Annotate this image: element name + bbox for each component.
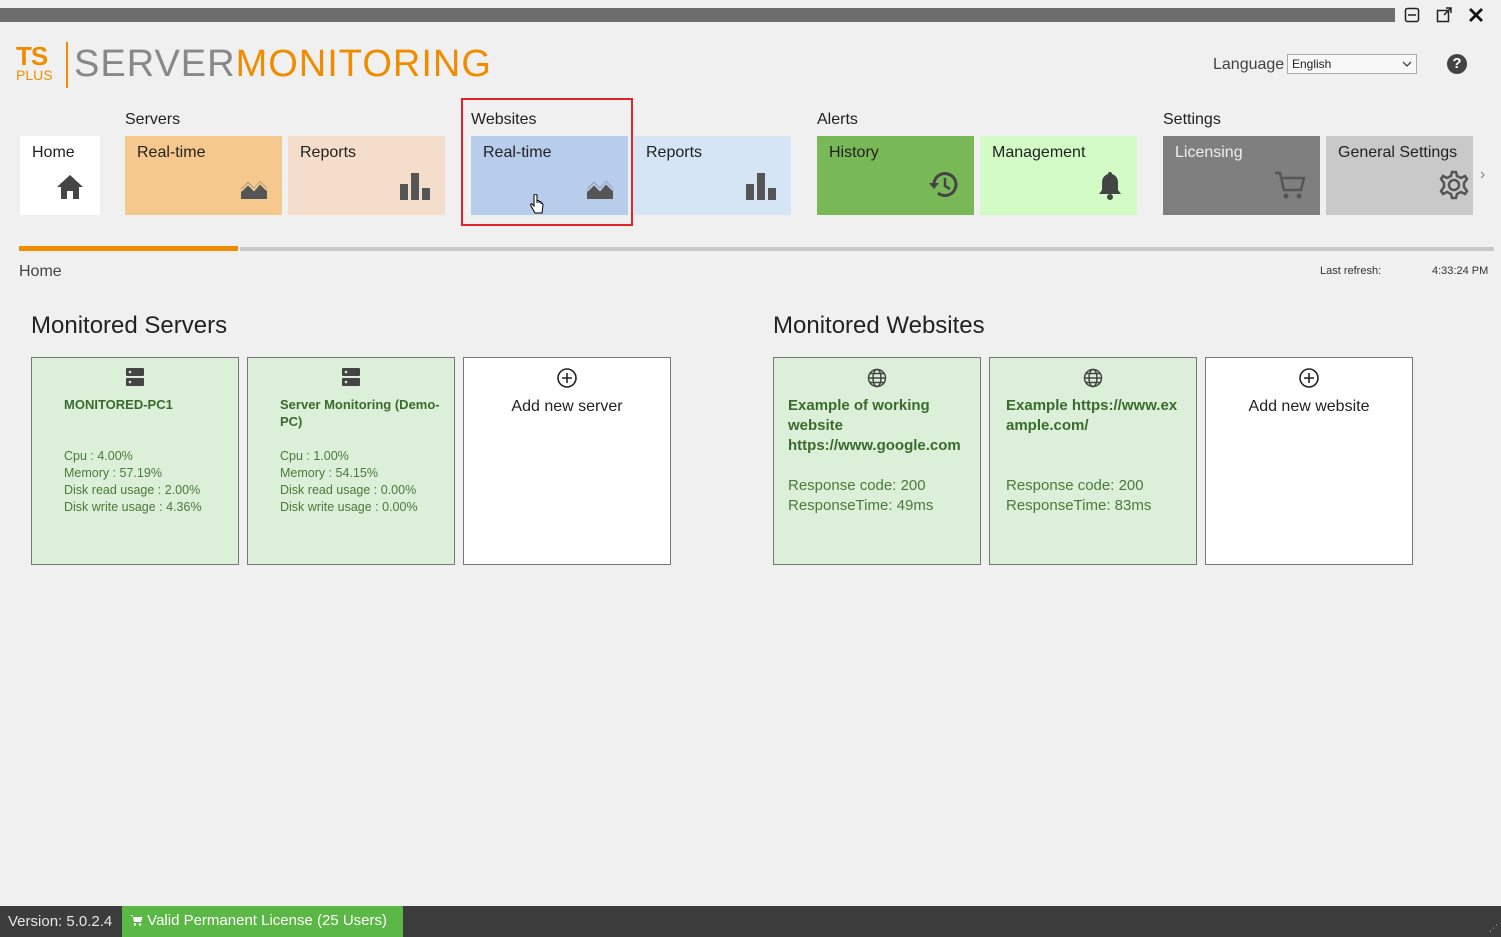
language-label: Language [1213, 56, 1285, 73]
minimize-icon [1404, 7, 1420, 23]
logo-server-text: SERVER [74, 43, 236, 85]
server-card[interactable]: Server Monitoring (Demo-PC) Cpu : 1.00% … [247, 357, 455, 565]
refresh-progress-track [240, 247, 1494, 251]
app-logo: TS PLUS SERVER MONITORING [16, 42, 492, 90]
website-card[interactable]: Example https://www.example.com/ Respons… [989, 357, 1197, 565]
bell-icon [1097, 170, 1123, 205]
globe-icon [867, 368, 887, 393]
chevron-down-icon [1402, 58, 1412, 72]
server-name: MONITORED-PC1 [64, 397, 173, 412]
alerts-history-label: History [829, 144, 879, 161]
server-disk-read: Disk read usage : 0.00% [280, 483, 417, 497]
scroll-right-arrow[interactable]: › [1480, 166, 1485, 184]
settings-group-header: Settings [1163, 111, 1221, 128]
language-select[interactable]: English [1287, 54, 1417, 74]
servers-reports-label: Reports [300, 144, 357, 161]
add-server-card[interactable]: Add new server [463, 357, 671, 565]
last-refresh-time: 4:33:24 PM [1432, 265, 1489, 277]
globe-icon [1083, 368, 1103, 393]
servers-group-header: Servers [125, 111, 181, 128]
resize-grip-icon[interactable]: ⋰ [1489, 923, 1498, 934]
server-disk-write: Disk write usage : 0.00% [280, 500, 418, 514]
minimize-button[interactable] [1401, 4, 1423, 26]
alerts-group-header: Alerts [817, 111, 858, 128]
license-badge[interactable]: Valid Permanent License (25 Users) [122, 906, 403, 937]
bar-chart-icon [399, 172, 431, 205]
logo-monitoring-text: MONITORING [235, 43, 492, 85]
popout-icon [1436, 7, 1452, 23]
refresh-progress-fill [19, 246, 238, 251]
settings-general-tile[interactable]: General Settings [1326, 136, 1473, 215]
add-website-label: Add new website [1248, 398, 1370, 415]
servers-realtime-tile[interactable]: Real-time [125, 136, 282, 215]
server-icon [342, 368, 360, 391]
license-text: Valid Permanent License (25 Users) [147, 912, 388, 929]
websites-reports-tile[interactable]: Reports [634, 136, 791, 215]
server-memory: Memory : 57.19% [64, 466, 162, 480]
add-circle-icon [557, 368, 577, 393]
language-value: English [1292, 57, 1332, 71]
alerts-history-tile[interactable]: History [817, 136, 974, 215]
highlight-frame [461, 98, 633, 226]
cart-icon [1274, 170, 1306, 205]
version-text: Version: 5.0.2.4 [8, 913, 113, 930]
server-name: Server Monitoring (Demo-PC) [280, 397, 440, 429]
alerts-management-label: Management [992, 144, 1086, 161]
settings-general-label: General Settings [1338, 144, 1458, 161]
home-tile[interactable]: Home [20, 136, 100, 215]
website-response-time: ResponseTime: 83ms [1006, 497, 1152, 514]
add-circle-icon [1299, 368, 1319, 393]
websites-reports-label: Reports [646, 144, 703, 161]
settings-licensing-tile[interactable]: Licensing [1163, 136, 1320, 215]
chart-area-icon [240, 176, 268, 205]
page-title: Home [19, 263, 62, 280]
website-response-code: Response code: 200 [1006, 477, 1144, 494]
close-icon [1468, 7, 1484, 23]
servers-reports-tile[interactable]: Reports [288, 136, 445, 215]
home-tile-label: Home [32, 144, 75, 161]
alerts-management-tile[interactable]: Management [980, 136, 1137, 215]
home-icon [56, 174, 84, 205]
server-disk-write: Disk write usage : 4.36% [64, 500, 202, 514]
popout-button[interactable] [1433, 4, 1455, 26]
help-icon[interactable]: ? [1447, 54, 1467, 74]
cart-icon [130, 912, 147, 929]
logo-plus-text: PLUS [16, 67, 53, 83]
settings-licensing-label: Licensing [1175, 144, 1243, 161]
server-disk-read: Disk read usage : 2.00% [64, 483, 201, 497]
close-button[interactable] [1465, 4, 1487, 26]
gear-icon [1439, 170, 1469, 205]
website-response-time: ResponseTime: 49ms [788, 497, 934, 514]
website-name: Example https://www.example.com/ [1006, 397, 1178, 434]
server-memory: Memory : 54.15% [280, 466, 378, 480]
logo-divider [66, 42, 68, 88]
add-server-label: Add new server [511, 398, 623, 415]
monitored-servers-title: Monitored Servers [31, 312, 228, 339]
website-response-code: Response code: 200 [788, 477, 926, 494]
history-icon [928, 170, 960, 205]
add-website-card[interactable]: Add new website [1205, 357, 1413, 565]
server-cpu: Cpu : 1.00% [280, 449, 349, 463]
servers-realtime-label: Real-time [137, 144, 206, 161]
server-cpu: Cpu : 4.00% [64, 449, 133, 463]
bar-chart-icon [745, 172, 777, 205]
last-refresh-label: Last refresh: [1320, 265, 1382, 277]
server-icon [126, 368, 144, 391]
server-card[interactable]: MONITORED-PC1 Cpu : 4.00% Memory : 57.19… [31, 357, 239, 565]
website-card[interactable]: Example of working website https://www.g… [773, 357, 981, 565]
title-bar [0, 8, 1395, 22]
logo-ts-text: TS [16, 41, 48, 71]
website-name: Example of working website https://www.g… [788, 397, 961, 454]
monitored-websites-title: Monitored Websites [773, 312, 985, 339]
